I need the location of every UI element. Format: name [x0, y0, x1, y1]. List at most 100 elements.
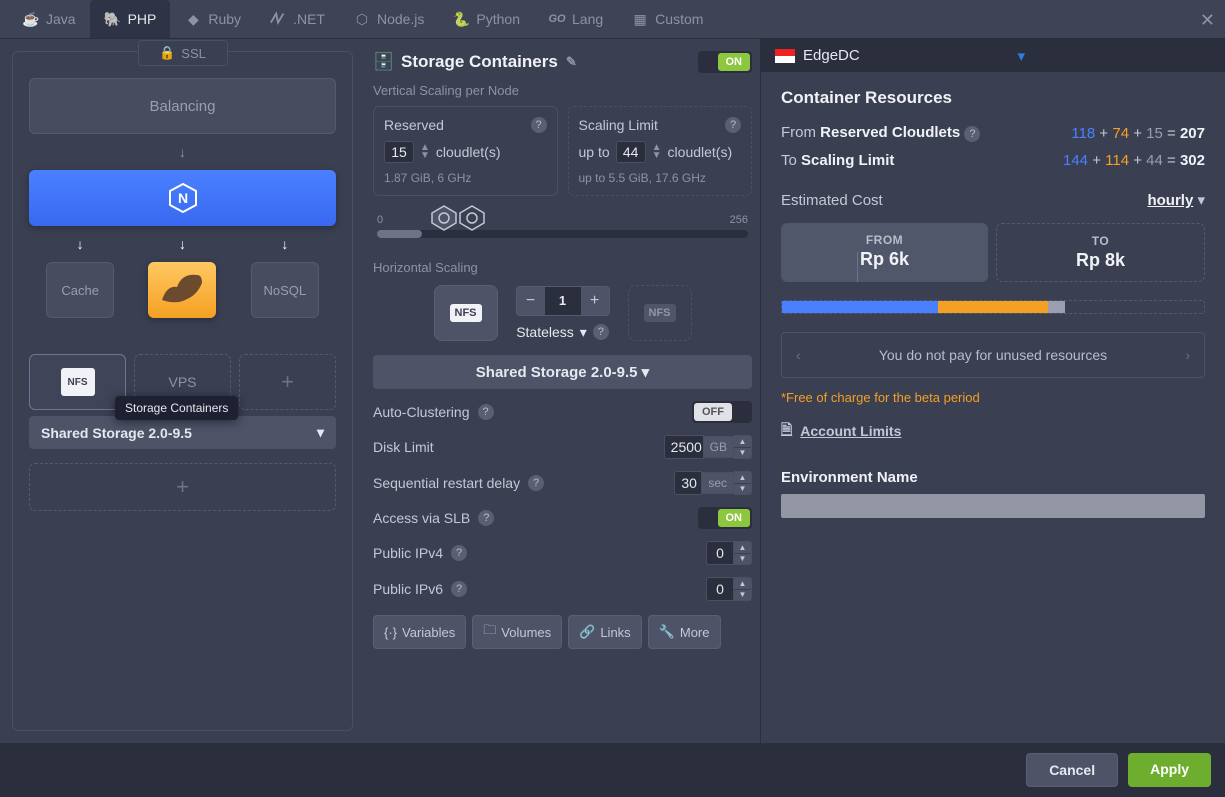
- storage-node[interactable]: NFS: [29, 354, 126, 410]
- price-to-card: TO Rp 8k: [996, 223, 1205, 282]
- help-icon[interactable]: ?: [528, 475, 544, 491]
- arrow-down-icon: ↓: [29, 236, 131, 252]
- language-tabs: ☕Java 🐘PHP ◆Ruby .NET ⬡Node.js 🐍Python G…: [0, 0, 1225, 39]
- stepper-icon[interactable]: ▲▼: [734, 435, 752, 459]
- image-version-dropdown[interactable]: Shared Storage 2.0-9.5 ▾: [373, 355, 752, 389]
- region-dropdown[interactable]: EdgeDC ▾: [761, 39, 1225, 72]
- chevron-down-icon: ▾: [580, 324, 587, 341]
- stepper-icon[interactable]: ▲▼: [734, 471, 752, 495]
- help-icon[interactable]: ?: [593, 324, 609, 340]
- restart-delay-label: Sequential restart delay: [373, 475, 520, 491]
- slider-thumb-reserved[interactable]: [431, 204, 457, 232]
- storage-tooltip: Storage Containers: [115, 396, 238, 420]
- close-icon[interactable]: ✕: [1200, 10, 1215, 31]
- add-layer-button[interactable]: +: [29, 463, 336, 511]
- stepper-icon[interactable]: ▲▼: [734, 577, 752, 601]
- nosql-node[interactable]: NoSQL: [251, 262, 319, 318]
- limit-cloudlets-input[interactable]: 44: [616, 141, 646, 163]
- cancel-button[interactable]: Cancel: [1026, 753, 1118, 787]
- cloudlet-slider[interactable]: 0256: [377, 214, 748, 238]
- php-icon: 🐘: [104, 10, 122, 28]
- tab-dotnet[interactable]: .NET: [255, 0, 339, 38]
- hs-node[interactable]: NFS: [434, 285, 498, 341]
- account-limits-link[interactable]: 🗎Account Limits: [781, 419, 1205, 443]
- edit-icon[interactable]: ✎: [566, 54, 577, 70]
- svg-text:N: N: [177, 190, 187, 206]
- java-icon: ☕: [22, 10, 40, 28]
- storage-version-dropdown[interactable]: Shared Storage 2.0-9.5▾: [29, 416, 336, 449]
- app-server-node[interactable]: N: [29, 170, 336, 226]
- period-dropdown[interactable]: hourly ▾: [1147, 191, 1205, 209]
- stepper-icon[interactable]: ▲▼: [652, 144, 662, 160]
- node-count-value: 1: [545, 287, 581, 315]
- chevron-left-icon[interactable]: ‹: [796, 347, 801, 363]
- more-button[interactable]: 🔧More: [648, 615, 721, 649]
- arrow-down-icon: ↓: [234, 236, 336, 252]
- limit-specs: up to 5.5 GiB, 17.6 GHz: [579, 171, 742, 185]
- lock-icon: 🔒: [159, 45, 175, 61]
- decrement-button[interactable]: −: [517, 287, 545, 315]
- help-icon[interactable]: ?: [725, 117, 741, 133]
- ssl-toggle[interactable]: 🔒SSL: [138, 40, 228, 66]
- wrench-icon: 🔧: [659, 624, 675, 640]
- disk-limit-input[interactable]: 2500: [664, 435, 704, 459]
- ipv6-label: Public IPv6: [373, 581, 443, 597]
- slb-toggle[interactable]: ON: [698, 507, 753, 529]
- env-name-label: Environment Name: [781, 469, 1205, 486]
- env-name-input[interactable]: [781, 494, 1205, 518]
- volume-icon: 🗀: [483, 621, 496, 643]
- horizontal-scaling-label: Horizontal Scaling: [373, 260, 752, 275]
- est-cost-label: Estimated Cost: [781, 192, 883, 209]
- tab-custom[interactable]: ▦Custom: [617, 0, 717, 38]
- vertical-scaling-label: Vertical Scaling per Node: [373, 83, 752, 98]
- braces-icon: {·}: [384, 625, 397, 640]
- tab-java[interactable]: ☕Java: [8, 0, 90, 38]
- ipv6-input[interactable]: 0: [706, 577, 734, 601]
- doc-icon: 🗎: [781, 419, 792, 443]
- tab-go[interactable]: GOLang: [534, 0, 617, 38]
- help-icon[interactable]: ?: [478, 404, 494, 420]
- help-icon[interactable]: ?: [964, 126, 980, 142]
- auto-cluster-toggle[interactable]: OFF: [692, 401, 752, 423]
- increment-button[interactable]: +: [581, 287, 609, 315]
- nfs-badge: NFS: [61, 368, 95, 396]
- link-icon: 🔗: [579, 624, 595, 640]
- scaling-mode-dropdown[interactable]: Stateless ▾ ?: [516, 324, 609, 341]
- stepper-icon[interactable]: ▲▼: [734, 541, 752, 565]
- sql-node[interactable]: [148, 262, 216, 318]
- links-button[interactable]: 🔗Links: [568, 615, 642, 649]
- stepper-icon[interactable]: ▲▼: [420, 144, 430, 160]
- disk-limit-unit: GB: [704, 436, 734, 458]
- tab-php[interactable]: 🐘PHP: [90, 0, 171, 38]
- tab-python[interactable]: 🐍Python: [438, 0, 534, 38]
- add-node-button[interactable]: +: [239, 354, 336, 410]
- scaling-limit-card: Scaling Limit? up to 44 ▲▼ cloudlet(s) u…: [568, 106, 753, 196]
- chevron-down-icon: ▾: [1017, 47, 1025, 65]
- hs-node-ghost[interactable]: NFS: [628, 285, 692, 341]
- node-count-stepper[interactable]: − 1 +: [516, 286, 610, 316]
- help-icon[interactable]: ?: [451, 581, 467, 597]
- arrow-down-icon: ↓: [29, 144, 336, 160]
- reserved-specs: 1.87 GiB, 6 GHz: [384, 171, 547, 185]
- cache-node[interactable]: Cache: [46, 262, 114, 318]
- help-icon[interactable]: ?: [478, 510, 494, 526]
- tab-nodejs[interactable]: ⬡Node.js: [339, 0, 438, 38]
- variables-button[interactable]: {·}Variables: [373, 615, 466, 649]
- slider-thumb-limit[interactable]: [459, 204, 485, 232]
- chevron-right-icon[interactable]: ›: [1185, 347, 1190, 363]
- apply-button[interactable]: Apply: [1128, 753, 1211, 787]
- dotnet-icon: [269, 10, 287, 28]
- indonesia-flag-icon: [775, 49, 795, 63]
- ipv4-label: Public IPv4: [373, 545, 443, 561]
- ipv4-input[interactable]: 0: [706, 541, 734, 565]
- reserved-cloudlets-input[interactable]: 15: [384, 141, 414, 163]
- restart-delay-input[interactable]: 30: [674, 471, 702, 495]
- volumes-button[interactable]: 🗀Volumes: [472, 615, 562, 649]
- tab-ruby[interactable]: ◆Ruby: [170, 0, 255, 38]
- balancing-node[interactable]: Balancing: [29, 78, 336, 134]
- free-note: *Free of charge for the beta period: [781, 390, 1205, 405]
- help-icon[interactable]: ?: [531, 117, 547, 133]
- help-icon[interactable]: ?: [451, 545, 467, 561]
- enable-toggle[interactable]: ON: [698, 51, 753, 73]
- reserved-card: Reserved? 15 ▲▼ cloudlet(s) 1.87 GiB, 6 …: [373, 106, 558, 196]
